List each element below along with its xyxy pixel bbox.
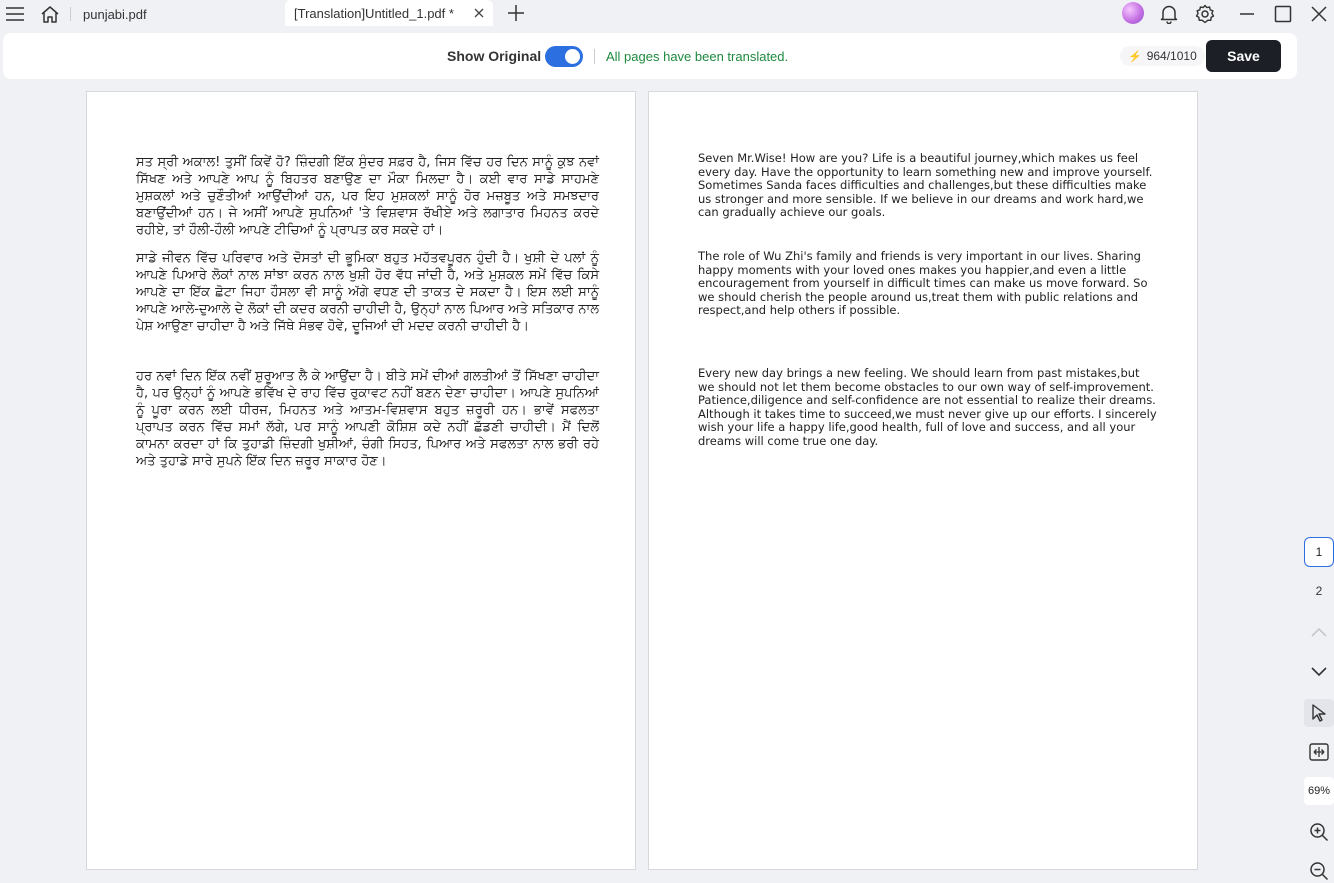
original-paragraph: ਸਾਡੇ ਜੀਵਨ ਵਿੱਚ ਪਰਿਵਾਰ ਅਤੇ ਦੋਸਤਾਂ ਦੀ ਭੂਮਿ… — [136, 251, 599, 334]
select-cursor-icon[interactable] — [1304, 699, 1334, 727]
toggle-knob — [565, 49, 580, 64]
original-paragraph: ਹਰ ਨਵਾਂ ਦਿਨ ਇੱਕ ਨਵੀਂ ਸ਼ੁਰੂਆਤ ਲੈ ਕੇ ਆਉਂਦਾ… — [136, 369, 599, 469]
zoom-in-icon[interactable] — [1307, 820, 1331, 844]
zoom-level[interactable]: 69% — [1304, 777, 1334, 805]
chevron-down-icon[interactable] — [1307, 660, 1331, 684]
toolbar-divider — [594, 49, 595, 64]
credits-count: 964/1010 — [1146, 49, 1197, 63]
chevron-up-icon[interactable] — [1307, 620, 1331, 644]
zoom-out-icon[interactable] — [1307, 859, 1331, 883]
fit-page-icon[interactable] — [1307, 740, 1331, 764]
original-page: ਸਤ ਸ੍ਰੀ ਅਕਾਲ! ਤੁਸੀਂ ਕਿਵੇਂ ਹੋ? ਜ਼ਿੰਦਗੀ ਇੱ… — [86, 91, 636, 870]
show-original-toggle[interactable] — [545, 46, 583, 67]
translated-paragraph: Every new day brings a new feeling. We s… — [698, 366, 1157, 448]
original-paragraph: ਸਤ ਸ੍ਰੀ ਅਕਾਲ! ਤੁਸੀਂ ਕਿਵੇਂ ਹੋ? ਜ਼ਿੰਦਗੀ ਇੱ… — [136, 155, 599, 238]
maximize-icon[interactable] — [1271, 2, 1295, 26]
tab-translation[interactable]: [Translation]Untitled_1.pdf * — [285, 0, 493, 26]
current-page-indicator[interactable]: 1 — [1304, 537, 1334, 567]
show-original-label: Show Original — [447, 48, 542, 64]
translation-status: All pages have been translated. — [606, 49, 789, 64]
tab-label: [Translation]Untitled_1.pdf * — [294, 5, 454, 21]
title-bar: punjabi.pdf [Translation]Untitled_1.pdf … — [0, 0, 1334, 28]
gear-icon[interactable] — [1193, 2, 1217, 26]
translated-page: Seven Mr.Wise! How are you? Life is a be… — [648, 91, 1198, 870]
bell-icon[interactable] — [1157, 2, 1181, 26]
menu-icon[interactable] — [3, 2, 27, 26]
translated-paragraph: Seven Mr.Wise! How are you? Life is a be… — [698, 151, 1153, 220]
tab-label: punjabi.pdf — [83, 6, 147, 22]
close-window-icon[interactable] — [1307, 2, 1331, 26]
new-tab-icon[interactable] — [505, 2, 527, 24]
credits-badge: ⚡ 964/1010 — [1120, 46, 1205, 66]
page-2-link[interactable]: 2 — [1306, 584, 1332, 598]
avatar[interactable] — [1122, 2, 1144, 24]
home-icon[interactable] — [38, 2, 62, 26]
close-tab-icon[interactable] — [471, 5, 487, 21]
translated-paragraph: The role of Wu Zhi's family and friends … — [698, 249, 1148, 318]
lightning-icon: ⚡ — [1128, 50, 1142, 63]
tab-punjabi[interactable]: punjabi.pdf — [70, 0, 270, 28]
save-button[interactable]: Save — [1206, 40, 1281, 72]
minimize-icon[interactable] — [1235, 2, 1259, 26]
